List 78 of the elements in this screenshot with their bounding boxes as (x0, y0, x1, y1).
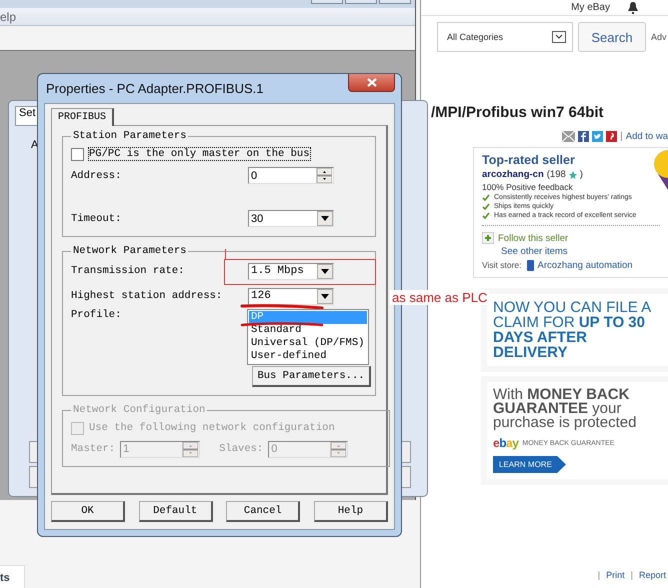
group-title: Network Parameters (72, 245, 188, 257)
field-label: Profile: (71, 309, 122, 321)
slaves-field: 0 (268, 440, 348, 458)
timeout-dropdown[interactable]: 30 (248, 210, 334, 227)
address-field[interactable]: 0 (248, 167, 334, 184)
bus-parameters-button[interactable]: Bus Parameters... (252, 366, 371, 386)
spinner-icon[interactable] (330, 442, 348, 456)
star-icon (568, 170, 577, 178)
learn-more-button[interactable]: LEARN MORE (493, 456, 566, 473)
field-label: Highest station address: (71, 290, 222, 302)
transmission-rate-dropdown[interactable]: 1.5 Mbps (248, 262, 334, 280)
footer-link[interactable]: Print (606, 570, 625, 580)
window-button[interactable] (345, 0, 377, 4)
field-label: Slaves: (219, 443, 264, 455)
follow-link[interactable]: Follow this seller (498, 232, 568, 244)
separator: | (630, 570, 633, 580)
feedback-percentage: 100% Positive feedback (482, 182, 574, 192)
field-label: Master: (71, 443, 116, 455)
window-button[interactable] (379, 0, 411, 4)
dropdown-arrow-icon (321, 268, 329, 274)
dialog-button[interactable]: Help (314, 501, 388, 522)
tab[interactable]: ts (0, 565, 25, 588)
search-button[interactable]: Search (578, 22, 646, 52)
store-icon (526, 259, 534, 271)
list-item[interactable]: Standard (249, 324, 367, 337)
separator: | (598, 570, 600, 580)
see-items-link[interactable]: See other items (501, 246, 660, 257)
tab[interactable]: PROFIBUS (51, 108, 114, 126)
group-title: Network Configuration (72, 404, 206, 416)
list-item[interactable]: User-defined (249, 350, 367, 363)
field-label: Address: (71, 170, 122, 182)
annotation-tick (225, 249, 226, 259)
close-icon (366, 78, 376, 87)
store-link[interactable]: Arcozhang automation (538, 260, 633, 270)
listing-title: /MPI/Profibus win7 64bit (431, 104, 605, 121)
category-value: All Categories (447, 32, 504, 42)
watch-link[interactable]: Add to wa (626, 131, 668, 142)
group-title: Station Parameters (72, 130, 188, 142)
bell-icon[interactable] (628, 2, 638, 14)
chevron-down-icon (552, 31, 566, 43)
checkbox[interactable] (71, 148, 84, 160)
seller-name-link[interactable]: arcozhang-cn (482, 169, 544, 180)
facebook-icon[interactable] (578, 131, 590, 142)
dropdown-arrow-icon (321, 294, 329, 298)
visit-store-label: Visit store: (482, 260, 522, 270)
annotation-note: as same as PLC (390, 290, 490, 305)
footer-link[interactable]: Report (638, 570, 666, 580)
spinner-icon[interactable] (182, 442, 200, 456)
advanced-link[interactable]: Adv (651, 32, 667, 42)
checkbox-label: PG/PC is the only master on the bus (89, 148, 310, 160)
my-ebay-link[interactable]: My eBay (571, 2, 610, 13)
menu-item[interactable]: elp (0, 10, 16, 24)
seller-heading: Top-rated seller (482, 153, 576, 167)
mail-icon[interactable] (562, 131, 576, 142)
separator: | (620, 131, 623, 142)
spinner-icon[interactable] (316, 168, 333, 183)
master-field: 1 (120, 440, 200, 458)
station-address-dropdown[interactable]: 126 (248, 288, 334, 304)
feedback-score: (198 (546, 169, 566, 180)
dialog-button[interactable]: Default (138, 501, 213, 522)
list-item[interactable]: Universal (DP/FMS) (249, 337, 367, 350)
feedback-score-end: ) (580, 169, 583, 180)
field-label: Transmission rate: (71, 265, 184, 277)
dialog-button[interactable]: OK (51, 501, 125, 522)
ebay-logo: ebay (493, 436, 518, 450)
checkbox-label: Use the following network configuration (89, 422, 335, 434)
award-seal-icon (652, 150, 668, 190)
close-button[interactable] (348, 74, 395, 92)
dialog-button[interactable]: Cancel (226, 501, 300, 522)
guarantee-text: With MONEY BACK GUARANTEE your purchase is protected (493, 388, 638, 430)
dialog-title: Properties - PC Adapter.PROFIBUS.1 (45, 81, 264, 96)
pinterest-icon[interactable] (606, 131, 618, 142)
plus-icon[interactable] (482, 232, 494, 244)
twitter-icon[interactable] (592, 131, 604, 142)
window-button[interactable] (311, 0, 343, 4)
dropdown-arrow-icon (321, 216, 329, 221)
field-label: Timeout: (71, 212, 122, 224)
category-dropdown[interactable]: All Categories (437, 22, 573, 52)
